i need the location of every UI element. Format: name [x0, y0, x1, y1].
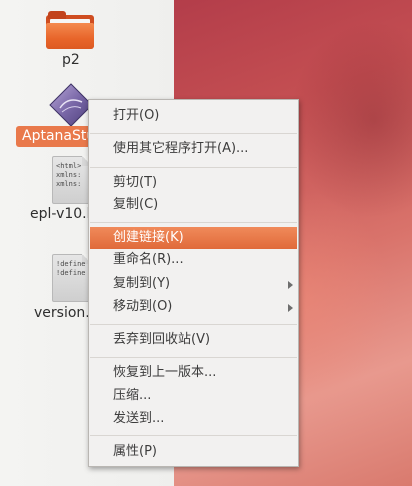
html-file-icon: <html> xmlns: xmlns:	[52, 156, 92, 204]
menu-item-open-with[interactable]: 使用其它程序打开(A)...	[90, 138, 297, 160]
menu-separator	[90, 357, 297, 358]
menu-item-copy-to-label: 复制到(Y)	[113, 276, 171, 291]
folder-icon	[46, 11, 94, 49]
menu-item-open[interactable]: 打开(O)	[90, 105, 297, 127]
menu-item-move-to-label: 移动到(O)	[113, 299, 173, 314]
file-epl-label: epl-v10.h	[30, 206, 96, 222]
file-aptana-label: AptanaStu	[16, 126, 98, 147]
submenu-arrow-icon	[288, 304, 293, 312]
menu-item-cut[interactable]: 剪切(T)	[90, 172, 297, 194]
menu-item-rename[interactable]: 重命名(R)...	[90, 249, 297, 271]
menu-separator	[90, 222, 297, 223]
context-menu: 打开(O) 使用其它程序打开(A)... 剪切(T) 复制(C) 创建链接(K)…	[88, 99, 299, 467]
menu-item-move-to[interactable]: 移动到(O)	[90, 296, 297, 318]
menu-item-copy[interactable]: 复制(C)	[90, 194, 297, 216]
menu-item-send-to[interactable]: 发送到...	[90, 408, 297, 430]
menu-item-copy-to[interactable]: 复制到(Y)	[90, 273, 297, 295]
text-file-icon: !define !define	[52, 254, 92, 302]
file-version-label: version.	[34, 305, 90, 321]
menu-item-restore-version[interactable]: 恢复到上一版本...	[90, 362, 297, 384]
menu-separator	[90, 324, 297, 325]
menu-separator	[90, 167, 297, 168]
submenu-arrow-icon	[288, 281, 293, 289]
menu-item-make-link[interactable]: 创建链接(K)	[90, 227, 297, 249]
menu-separator	[90, 435, 297, 436]
menu-separator	[90, 133, 297, 134]
folder-p2-label: p2	[62, 52, 80, 68]
menu-item-move-to-trash[interactable]: 丢弃到回收站(V)	[90, 329, 297, 351]
menu-item-properties[interactable]: 属性(P)	[90, 441, 297, 463]
menu-item-compress[interactable]: 压缩...	[90, 385, 297, 407]
